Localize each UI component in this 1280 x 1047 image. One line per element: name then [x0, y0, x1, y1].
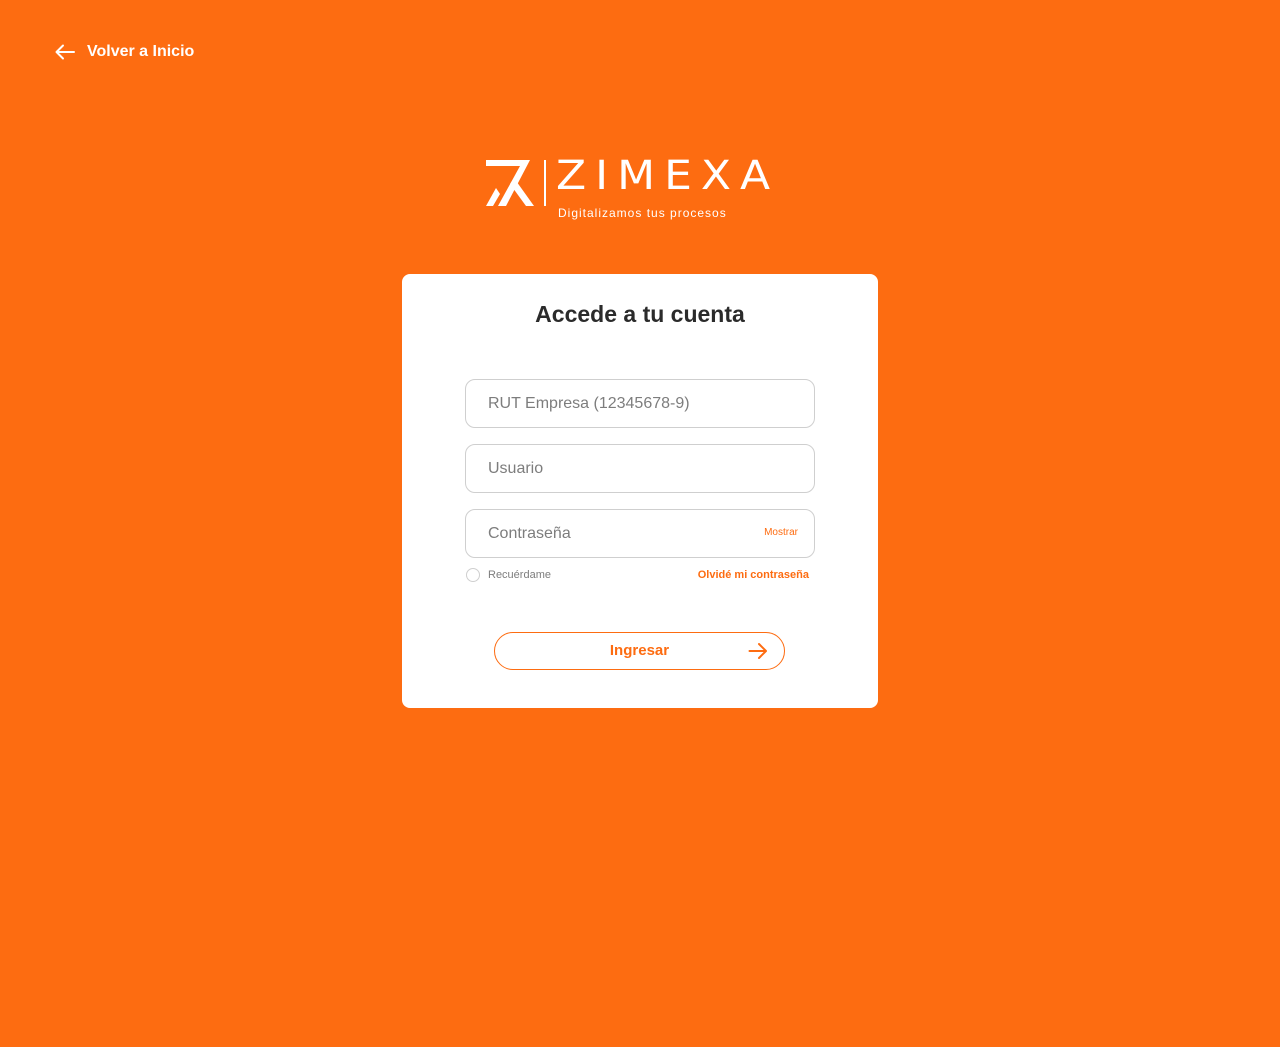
password-input[interactable] [466, 510, 738, 557]
remember-checkbox[interactable] [466, 568, 480, 582]
arrow-left-icon [55, 44, 75, 60]
forgot-password-link[interactable]: Olvidé mi contraseña [698, 569, 809, 581]
remember-label: Recuérdame [488, 569, 551, 581]
show-password-toggle[interactable]: Mostrar [764, 527, 798, 538]
login-button[interactable]: Ingresar [494, 632, 785, 670]
back-link-label: Volver a Inicio [87, 43, 195, 60]
back-to-home-link[interactable]: Volver a Inicio [55, 40, 194, 64]
login-card: Accede a tu cuenta Mostrar Recuérdame Ol… [402, 274, 878, 708]
username-field [465, 444, 815, 493]
zimexa-logo-icon [486, 160, 534, 206]
login-title: Accede a tu cuenta [535, 301, 745, 327]
rut-field [465, 379, 815, 428]
password-field: Mostrar [465, 509, 815, 558]
brand-tagline: Digitalizamos tus procesos [558, 206, 727, 220]
brand-logo: ZIMEXA Digitalizamos tus procesos [484, 152, 796, 224]
remember-me[interactable]: Recuérdame [466, 568, 551, 582]
arrow-right-icon [748, 643, 767, 659]
logo-divider [544, 160, 546, 206]
brand-name: ZIMEXA [556, 152, 780, 199]
login-button-label: Ingresar [609, 642, 670, 659]
username-input[interactable] [466, 445, 738, 492]
rut-input[interactable] [466, 380, 738, 427]
